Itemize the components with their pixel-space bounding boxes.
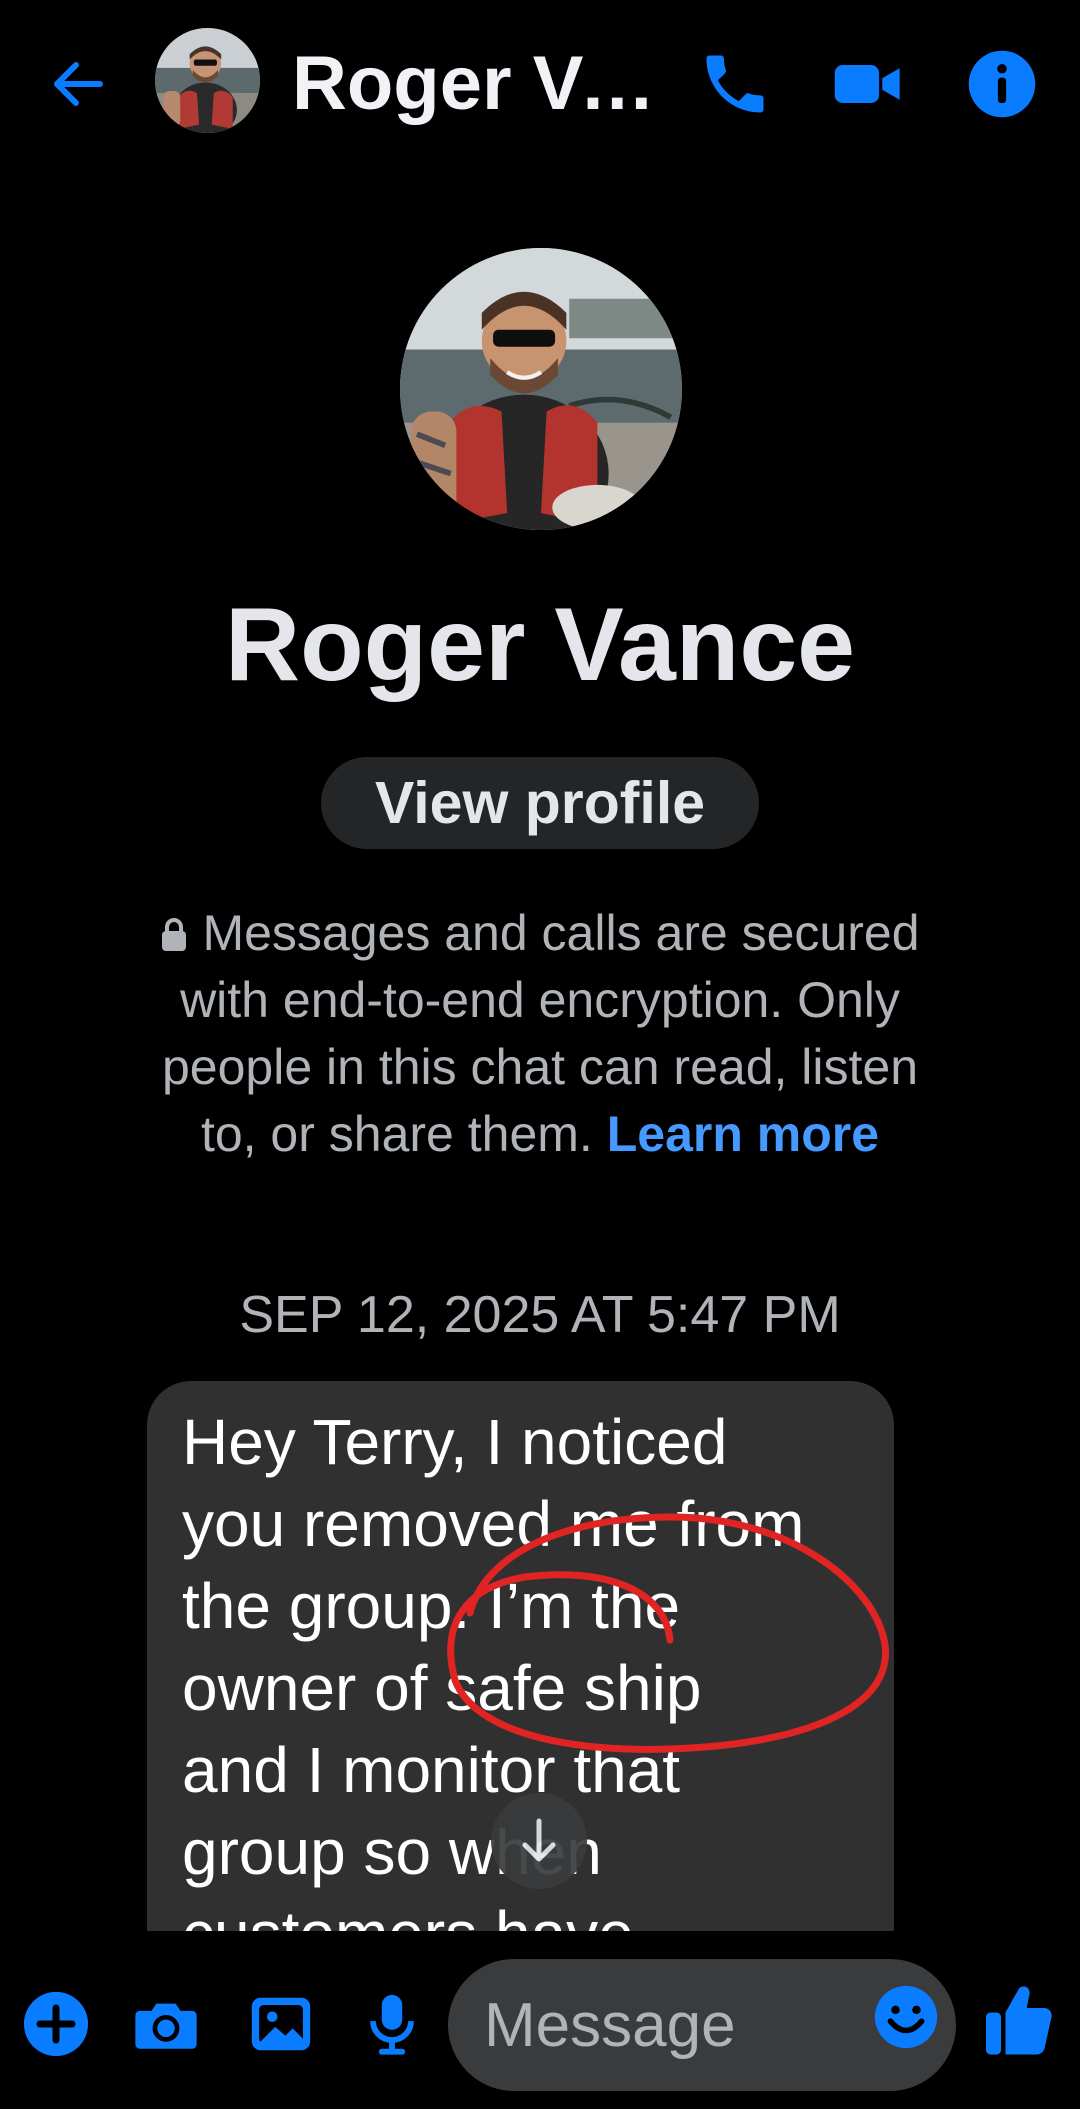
chat-header: Roger Va... bbox=[0, 0, 1080, 165]
message-timestamp: SEP 12, 2025 AT 5:47 PM bbox=[239, 1286, 841, 1344]
thumbs-up-icon bbox=[986, 1986, 1052, 2055]
phone-icon bbox=[706, 55, 764, 113]
message-line: Hey Terry, I noticed bbox=[182, 1406, 728, 1478]
message-composer bbox=[0, 1935, 1080, 2109]
lock-icon bbox=[162, 918, 187, 951]
gallery-icon bbox=[251, 1997, 311, 2051]
learn-more-link[interactable]: Learn more bbox=[607, 1106, 879, 1162]
encryption-notice: Messages and calls are secured with end-… bbox=[150, 900, 930, 1168]
info-icon bbox=[968, 50, 1036, 118]
video-call-button[interactable] bbox=[830, 46, 906, 122]
header-contact-name[interactable]: Roger Va... bbox=[292, 36, 672, 132]
scroll-to-bottom-button[interactable] bbox=[491, 1793, 587, 1889]
conversation-info-button[interactable] bbox=[964, 46, 1040, 122]
camera-button[interactable] bbox=[131, 1989, 201, 2059]
chat-screen: Roger Va... Roger Vance View profile Mes… bbox=[0, 0, 1080, 2109]
more-actions-button[interactable] bbox=[21, 1989, 91, 2059]
microphone-icon bbox=[370, 1994, 414, 2055]
emoji-button[interactable] bbox=[872, 1983, 940, 2051]
voice-clip-button[interactable] bbox=[357, 1989, 427, 2059]
voice-call-button[interactable] bbox=[697, 46, 773, 122]
emoji-icon bbox=[874, 1985, 938, 2049]
message-line: the group. I’m the bbox=[182, 1570, 681, 1642]
gallery-button[interactable] bbox=[246, 1989, 316, 2059]
header-avatar[interactable] bbox=[155, 28, 260, 133]
video-camera-icon bbox=[834, 65, 900, 103]
arrow-down-icon bbox=[522, 1818, 556, 1862]
plus-icon bbox=[23, 1991, 89, 2057]
back-arrow-icon bbox=[54, 62, 103, 106]
view-profile-button[interactable]: View profile bbox=[321, 757, 759, 849]
profile-avatar[interactable] bbox=[400, 248, 682, 530]
message-line: owner of safe ship bbox=[182, 1652, 702, 1724]
back-button[interactable] bbox=[46, 52, 110, 116]
profile-name: Roger Vance bbox=[224, 587, 856, 703]
like-button[interactable] bbox=[983, 1979, 1055, 2061]
message-line: customers have bbox=[182, 1893, 872, 1931]
camera-icon bbox=[135, 2003, 197, 2049]
message-line: you removed me from bbox=[182, 1488, 805, 1560]
